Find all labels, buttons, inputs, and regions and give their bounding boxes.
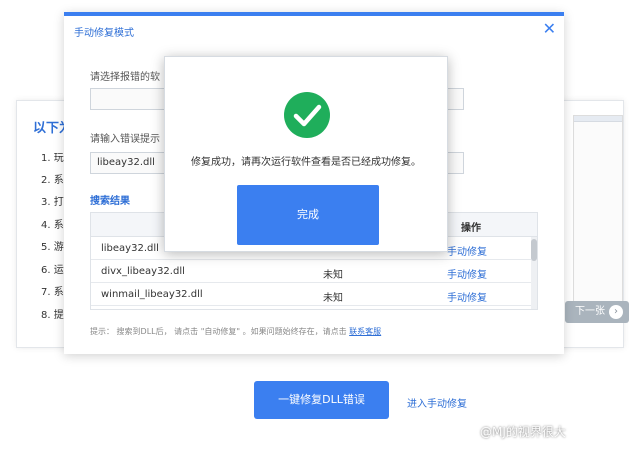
- row-name: winmail_libeay32.dll: [101, 289, 203, 300]
- background-step: 1. 玩: [41, 153, 64, 164]
- chevron-right-icon: ›: [609, 305, 623, 319]
- table-row: divx_libeay32.dll 未知 手动修复: [91, 260, 537, 283]
- background-step: 2. 系: [41, 175, 64, 186]
- one-click-fix-button[interactable]: 一键修复DLL错误: [254, 381, 389, 419]
- hint-text: 提示： 搜索到DLL后， 请点击 "自动修复" 。如果问题始终存在，请点击 联系…: [90, 326, 381, 337]
- software-label: 请选择报错的软: [90, 72, 160, 83]
- close-icon[interactable]: ✕: [543, 19, 556, 38]
- manual-repair-link[interactable]: 进入手动修复: [407, 395, 467, 410]
- success-message: 修复成功，请再次运行软件查看是否已经成功修复。: [191, 157, 421, 168]
- dialog-title: 手动修复模式: [74, 28, 134, 39]
- header-action: 操作: [461, 223, 481, 234]
- error-label: 请输入错误提示: [90, 134, 160, 145]
- done-button[interactable]: 完成: [237, 185, 379, 245]
- background-step: 7. 系: [41, 287, 64, 298]
- hint-body: 提示： 搜索到DLL后， 请点击 "自动修复" 。如果问题始终存在，请点击: [90, 327, 350, 336]
- background-step: 8. 提: [41, 310, 64, 321]
- manual-fix-link[interactable]: 手动修复: [447, 243, 487, 258]
- background-step: 4. 系: [41, 220, 64, 231]
- next-image-button[interactable]: 下一张 ›: [565, 301, 629, 323]
- success-popup: 修复成功，请再次运行软件查看是否已经成功修复。 完成: [164, 56, 448, 252]
- row-status: 未知: [323, 270, 343, 281]
- row-name: divx_libeay32.dll: [101, 266, 185, 277]
- screenshot-thumbnail: [573, 115, 623, 305]
- table-row: winmail_libeay32.dll 未知 手动修复: [91, 283, 537, 306]
- success-check-icon: [284, 92, 330, 138]
- contact-support-link[interactable]: 联系客服: [349, 327, 381, 336]
- row-name: libeay32.dll: [101, 243, 159, 254]
- watermark: @MJ的视界很大: [480, 425, 566, 439]
- background-step: 6. 运: [41, 265, 64, 276]
- manual-fix-link[interactable]: 手动修复: [447, 266, 487, 281]
- row-status: 未知: [323, 293, 343, 304]
- table-scroll-thumb[interactable]: [531, 239, 537, 261]
- manual-fix-link[interactable]: 手动修复: [447, 289, 487, 304]
- background-step: 3. 打: [41, 197, 64, 208]
- next-image-label: 下一张: [575, 306, 605, 317]
- results-title: 搜索结果: [90, 196, 130, 207]
- background-step: 5. 游: [41, 242, 64, 253]
